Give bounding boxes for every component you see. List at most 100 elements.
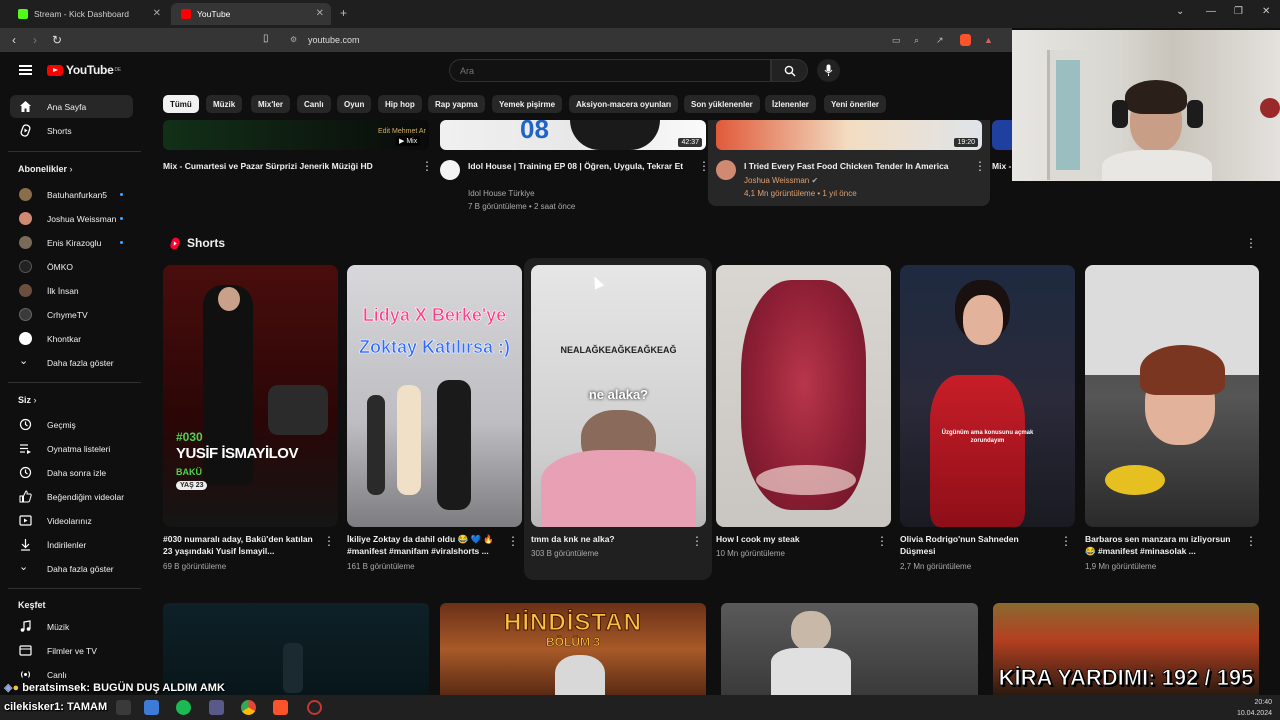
new-tab-icon[interactable]: +: [340, 6, 347, 20]
short-title[interactable]: #030 numaralı aday, Bakü'den katılan 23 …: [163, 533, 313, 557]
sidebar-item-subscription[interactable]: Enis Kirazoglu: [10, 231, 133, 254]
task-view-icon[interactable]: [116, 700, 131, 715]
chip[interactable]: Son yüklenenler: [684, 95, 760, 113]
sidebar-item-liked[interactable]: Beğendiğim videolar: [10, 485, 133, 508]
site-info-icon[interactable]: ⚙: [290, 31, 297, 49]
search-input[interactable]: [449, 59, 771, 82]
sidebar-item-subscription[interactable]: CrhymeTV: [10, 303, 133, 326]
sidebar-item-music[interactable]: Müzik: [10, 615, 133, 638]
system-clock[interactable]: 20:40 10.04.2024: [1237, 697, 1272, 719]
chip[interactable]: Yemek pişirme: [492, 95, 563, 113]
short-title[interactable]: İkiliye Zoktay da dahil oldu 😂 💙 🔥 #mani…: [347, 533, 497, 557]
sidebar-item-shorts[interactable]: Shorts: [10, 119, 133, 142]
forward-icon[interactable]: ›: [33, 33, 37, 47]
obs-icon[interactable]: [307, 700, 322, 715]
sidebar-item-downloads[interactable]: İndirilenler: [10, 533, 133, 556]
calculator-icon[interactable]: [209, 700, 224, 715]
more-options-icon[interactable]: [421, 159, 433, 174]
sidebar-item-films[interactable]: Filmler ve TV: [10, 639, 133, 662]
show-more-subscriptions[interactable]: ⌄ Daha fazla göster: [10, 351, 133, 374]
video-thumbnail[interactable]: [721, 603, 978, 695]
avatar[interactable]: [440, 160, 460, 180]
sidebar-item-subscription[interactable]: ÖMKO: [10, 255, 133, 278]
video-thumbnail[interactable]: 08 42:37: [440, 120, 706, 150]
short-thumbnail[interactable]: Lidya X Berke'ye Zoktay Katılırsa :): [347, 265, 522, 527]
chip[interactable]: Rap yapma: [428, 95, 485, 113]
app-icon[interactable]: [144, 700, 159, 715]
show-more-you[interactable]: ⌄ Daha fazla göster: [10, 557, 133, 580]
subscriptions-header[interactable]: Abonelikler ›: [18, 164, 73, 174]
more-options-icon[interactable]: [698, 159, 710, 174]
sidebar-item-home[interactable]: Ana Sayfa: [10, 95, 133, 118]
video-thumbnail[interactable]: KİRA YARDIMI: 192 / 195: [993, 603, 1259, 695]
channel-name[interactable]: Idol House Türkiye: [468, 187, 535, 200]
more-options-icon[interactable]: [691, 534, 703, 549]
channel-name[interactable]: Joshua Weissman ✔: [744, 174, 818, 187]
sidebar-item-playlists[interactable]: Oynatma listeleri: [10, 437, 133, 460]
video-title[interactable]: Idol House | Training EP 08 | Öğren, Uyg…: [468, 160, 688, 172]
chip[interactable]: Oyun: [337, 95, 372, 113]
sidebar-item-watch-later[interactable]: Daha sonra izle: [10, 461, 133, 484]
short-thumbnail[interactable]: NEALAĞKEAĞKEAĞKEAĞ ne alaka?: [531, 265, 706, 527]
chrome-icon[interactable]: [241, 700, 256, 715]
video-title[interactable]: Mix - Saçma...: [992, 160, 1012, 172]
chip[interactable]: Canlı: [297, 95, 331, 113]
close-icon[interactable]: ✕: [153, 8, 161, 19]
short-thumbnail[interactable]: #030 YUSİF İSMAYİLOV BAKÜ YAŞ 23: [163, 265, 338, 527]
tab-youtube[interactable]: YouTube ✕: [171, 3, 331, 25]
chip[interactable]: İzlenenler: [765, 95, 816, 113]
more-options-icon[interactable]: [323, 534, 335, 549]
sidebar-item-your-videos[interactable]: Videolarınız: [10, 509, 133, 532]
more-options-icon[interactable]: [876, 534, 888, 549]
youtube-logo[interactable]: YouTube DE: [47, 63, 121, 77]
you-header[interactable]: Siz ›: [18, 395, 37, 405]
back-icon[interactable]: ‹: [12, 33, 16, 47]
short-title[interactable]: Olivia Rodrigo'nun Sahneden Düşmesi: [900, 533, 1050, 557]
sidebar-item-subscription[interactable]: Khontkar: [10, 327, 133, 350]
more-options-icon[interactable]: [1245, 534, 1257, 549]
video-thumbnail[interactable]: [992, 120, 1012, 150]
chip[interactable]: Aksiyon-macera oyunları: [569, 95, 679, 113]
chip[interactable]: Hip hop: [378, 95, 422, 113]
reload-icon[interactable]: ↻: [52, 33, 62, 47]
voice-search-button[interactable]: [817, 59, 840, 82]
video-thumbnail[interactable]: HİNDİSTAN BÖLÜM 3: [440, 603, 706, 695]
share-icon[interactable]: ↗: [936, 31, 944, 49]
more-options-icon[interactable]: [1060, 534, 1072, 549]
short-title[interactable]: Barbaros sen manzara mı izliyorsun 😂 #ma…: [1085, 533, 1235, 557]
video-title[interactable]: I Tried Every Fast Food Chicken Tender I…: [744, 160, 972, 172]
video-thumbnail[interactable]: Edit Mehmet Ar ▶ Mix: [163, 120, 429, 150]
video-thumbnail[interactable]: 19:20: [716, 120, 982, 150]
sidebar-item-subscription[interactable]: Batuhanfurkan5: [10, 183, 133, 206]
cast-icon[interactable]: ▭: [892, 31, 901, 49]
sidebar-item-subscription[interactable]: İlk İnsan: [10, 279, 133, 302]
menu-icon[interactable]: [19, 65, 32, 75]
chip-all[interactable]: Tümü: [163, 95, 199, 113]
close-icon[interactable]: ✕: [316, 8, 324, 19]
zoom-icon[interactable]: ⌕: [914, 31, 919, 49]
chip[interactable]: Müzik: [206, 95, 243, 113]
url-field[interactable]: ⚙ youtube.com ▭ ⌕ ↗ ▲: [284, 31, 1004, 49]
video-title[interactable]: Mix - Cumartesi ve Pazar Sürprizi Jeneri…: [163, 160, 413, 172]
sidebar-item-history[interactable]: Geçmiş: [10, 413, 133, 436]
more-options-icon[interactable]: [974, 159, 986, 174]
bookmark-icon[interactable]: ▯: [263, 33, 269, 44]
more-options-icon[interactable]: [507, 534, 519, 549]
brave-icon[interactable]: [273, 700, 288, 715]
short-title[interactable]: How I cook my steak: [716, 533, 866, 545]
chip[interactable]: Yeni öneriler: [824, 95, 887, 113]
spotify-icon[interactable]: [176, 700, 191, 715]
short-thumbnail[interactable]: [1085, 265, 1259, 527]
maximize-icon[interactable]: ❐: [1234, 6, 1243, 17]
window-close-icon[interactable]: ✕: [1262, 6, 1270, 17]
more-options-icon[interactable]: [1245, 236, 1257, 251]
sidebar-item-subscription[interactable]: Joshua Weissman: [10, 207, 133, 230]
rewards-icon[interactable]: ▲: [984, 31, 993, 49]
chip[interactable]: Mix'ler: [251, 95, 291, 113]
tab-kick-dashboard[interactable]: Stream - Kick Dashboard ✕: [8, 3, 168, 25]
short-title[interactable]: tmm da knk ne alka?: [531, 533, 681, 545]
brave-shield-icon[interactable]: [960, 34, 971, 46]
avatar[interactable]: [716, 160, 736, 180]
short-thumbnail[interactable]: Üzgünüm ama konusunu açmak zorundayım: [900, 265, 1075, 527]
minimize-icon[interactable]: —: [1206, 6, 1216, 17]
